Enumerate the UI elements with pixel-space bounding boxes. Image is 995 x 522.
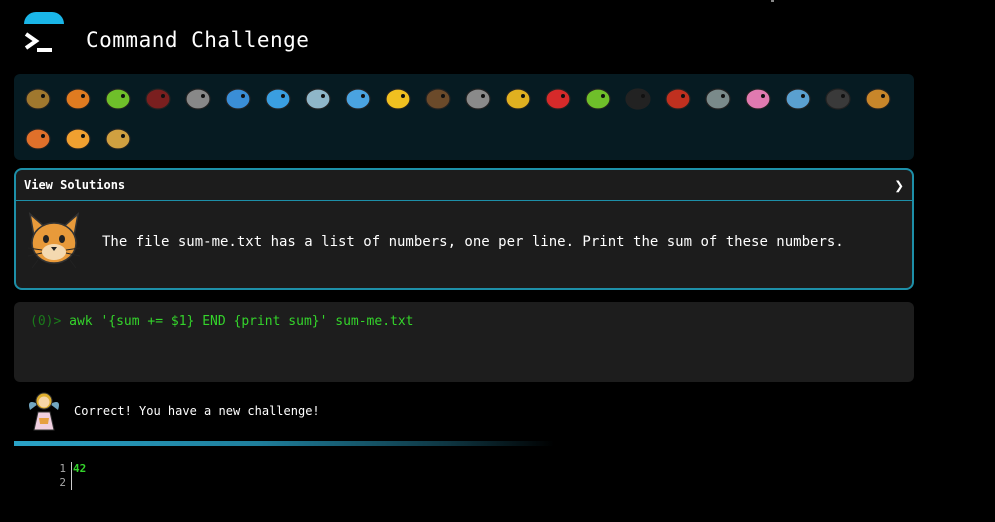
spider-web-icon (185, 88, 211, 110)
microbe-emoji[interactable] (778, 78, 818, 118)
spider-web-emoji[interactable] (178, 78, 218, 118)
bee-icon (505, 88, 531, 110)
cat-icon (65, 128, 91, 150)
gorilla-icon (825, 88, 851, 110)
worm-emoji[interactable] (738, 78, 778, 118)
dog-emoji[interactable] (858, 78, 898, 118)
spider-icon (625, 88, 651, 110)
scorpion-emoji[interactable] (658, 78, 698, 118)
ant-emoji[interactable] (138, 78, 178, 118)
whale-icon (225, 88, 251, 110)
dolphin-emoji[interactable] (298, 78, 338, 118)
blowfish-emoji[interactable] (418, 78, 458, 118)
ladybug-icon (545, 88, 571, 110)
wolf-emoji[interactable] (458, 78, 498, 118)
microbe-icon (785, 88, 811, 110)
dolphin-icon (305, 88, 331, 110)
whale-emoji[interactable] (218, 78, 258, 118)
butterfly-emoji[interactable] (58, 78, 98, 118)
exit-code-prompt: (0)> (30, 314, 62, 329)
command-line[interactable]: (0)> awk '{sum += $1} END {print sum}' s… (30, 314, 414, 329)
gorilla-emoji[interactable] (818, 78, 858, 118)
blowfish-icon (425, 88, 451, 110)
challenge-text: The file sum-me.txt has a list of number… (102, 234, 844, 250)
page-title: Command Challenge (86, 28, 310, 52)
view-solutions-label: View Solutions (24, 178, 126, 192)
terminal-prompt-icon (24, 32, 52, 52)
bee-emoji[interactable] (498, 78, 538, 118)
scorpion-icon (665, 88, 691, 110)
cat-emoji[interactable] (58, 118, 98, 158)
dog-icon (865, 88, 891, 110)
logo-cap (24, 12, 64, 24)
emoji-row (18, 78, 910, 158)
command-text: awk '{sum += $1} END {print sum}' sum-me… (69, 314, 414, 329)
fly-icon (705, 88, 731, 110)
shark-emoji[interactable] (258, 78, 298, 118)
challenge-body: The file sum-me.txt has a list of number… (16, 201, 912, 287)
cricket-emoji[interactable] (578, 78, 618, 118)
tropical-fish-icon (385, 88, 411, 110)
shark-icon (265, 88, 291, 110)
caterpillar-emoji[interactable] (98, 78, 138, 118)
caterpillar-icon (105, 88, 131, 110)
cricket-icon (585, 88, 611, 110)
wolf-icon (465, 88, 491, 110)
fish-icon (345, 88, 371, 110)
line-numbers: 1 2 (46, 462, 72, 490)
spider-emoji[interactable] (618, 78, 658, 118)
top-edge-dot (771, 0, 774, 2)
butterfly-icon (65, 88, 91, 110)
terminal-input[interactable]: (0)> awk '{sum += $1} END {print sum}' s… (14, 302, 914, 382)
cat-face-icon (27, 212, 81, 269)
worm-icon (745, 88, 771, 110)
ladybug-emoji[interactable] (538, 78, 578, 118)
progress-bar (14, 441, 554, 446)
fox-icon (25, 128, 51, 150)
snail-icon (25, 88, 51, 110)
ant-icon (145, 88, 171, 110)
chevron-right-icon: ❯ (894, 175, 904, 195)
success-message: Correct! You have a new challenge! (74, 404, 320, 418)
output-value: 42 (73, 462, 87, 475)
line-number: 1 (59, 462, 66, 475)
view-solutions-toggle[interactable]: View Solutions ❯ (16, 170, 912, 201)
lion-emoji[interactable] (98, 118, 138, 158)
fox-emoji[interactable] (18, 118, 58, 158)
line-number: 2 (59, 476, 66, 489)
fairy-icon (29, 392, 59, 431)
fly-emoji[interactable] (698, 78, 738, 118)
fish-emoji[interactable] (338, 78, 378, 118)
solutions-panel: View Solutions ❯ The file sum-me.txt has… (14, 168, 914, 290)
lion-icon (105, 128, 131, 150)
emoji-bar (14, 74, 914, 160)
tropical-fish-emoji[interactable] (378, 78, 418, 118)
snail-emoji[interactable] (18, 78, 58, 118)
